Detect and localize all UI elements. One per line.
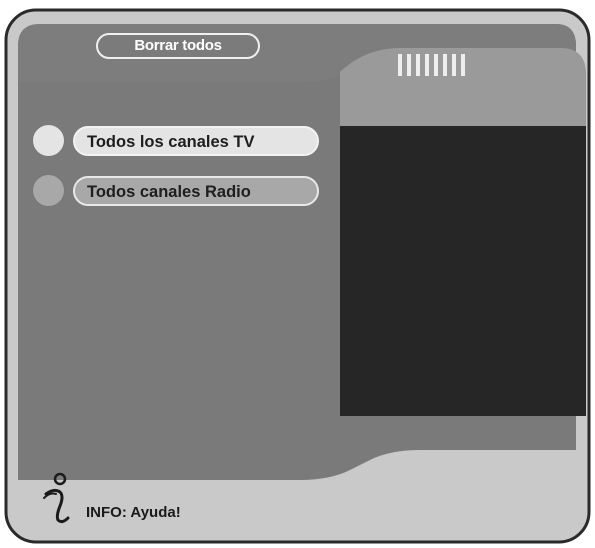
radio-selected-icon[interactable] xyxy=(32,124,65,157)
info-icon xyxy=(43,472,70,524)
menu-screen: Borrar todos Todos los canales TV Todos … xyxy=(0,0,595,548)
page-title: Borrar todos xyxy=(96,33,260,59)
option-label[interactable]: Todos canales Radio xyxy=(73,175,319,206)
signal-strength-icon xyxy=(398,54,465,76)
option-label[interactable]: Todos los canales TV xyxy=(73,125,319,156)
radio-unselected-icon[interactable] xyxy=(32,174,65,207)
option-all-radio-channels[interactable]: Todos canales Radio xyxy=(32,174,319,207)
video-preview xyxy=(340,126,586,416)
info-help-text: INFO: Ayuda! xyxy=(86,504,181,521)
option-all-tv-channels[interactable]: Todos los canales TV xyxy=(32,124,319,157)
